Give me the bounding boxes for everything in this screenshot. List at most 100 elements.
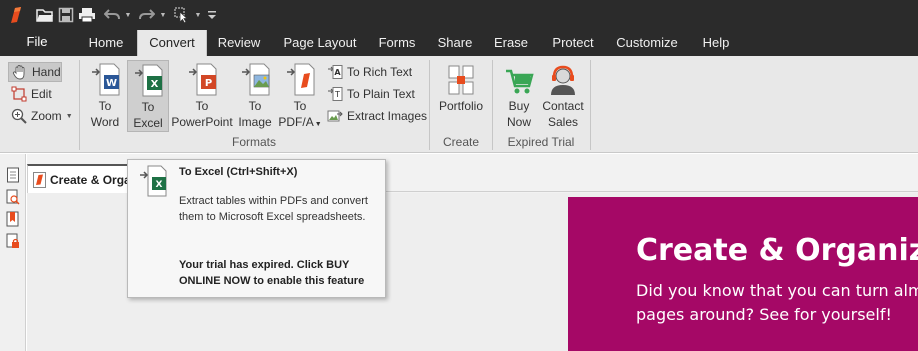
extract-images-button[interactable]: Extract Images <box>326 106 427 126</box>
pages-panel-icon[interactable] <box>4 166 22 184</box>
customize-toolbar-icon[interactable] <box>207 5 217 25</box>
document-tab[interactable]: Create & Organize <box>27 164 141 193</box>
to-powerpoint-line1: To <box>195 99 209 113</box>
tab-protect[interactable]: Protect <box>545 30 601 56</box>
zoom-icon <box>10 107 28 125</box>
edit-tool-button[interactable]: Edit <box>10 84 52 104</box>
to-rich-text-button[interactable]: A To Rich Text <box>326 62 412 82</box>
support-agent-icon <box>540 60 586 96</box>
app-logo-icon[interactable] <box>6 5 26 25</box>
security-panel-icon[interactable] <box>4 232 22 250</box>
pdfa-dropdown-icon: ▼ <box>314 121 322 128</box>
redo-dropdown-icon[interactable]: ▼ <box>158 5 168 25</box>
shopping-cart-icon <box>500 60 538 96</box>
buy-now-line2: Now <box>506 115 531 129</box>
svg-text:X: X <box>156 180 163 190</box>
page-body-text: Did you know that you can turn almost pa… <box>636 279 918 327</box>
pdf-file-icon <box>33 171 46 188</box>
tab-erase[interactable]: Erase <box>490 30 532 56</box>
tab-home[interactable]: Home <box>80 30 132 56</box>
tooltip-description: Extract tables within PDFs and convert t… <box>179 195 368 223</box>
image-doc-icon <box>235 60 275 96</box>
to-powerpoint-line2: PowerPoint <box>171 115 233 129</box>
expired-trial-group-label: Expired Trial <box>507 135 575 149</box>
to-image-button[interactable]: To Image <box>235 60 275 132</box>
tab-forms[interactable]: Forms <box>373 30 421 56</box>
tab-customize[interactable]: Customize <box>613 30 681 56</box>
title-bar: ▼ ▼ ▼ <box>0 0 918 30</box>
to-plain-text-button[interactable]: T To Plain Text <box>326 84 415 104</box>
to-pdfa-button[interactable]: To PDF/A▼ <box>277 60 323 132</box>
save-icon[interactable] <box>56 5 76 25</box>
contact-sales-button[interactable]: Contact Sales <box>540 60 586 132</box>
to-powerpoint-button[interactable]: P To PowerPoint <box>171 60 233 132</box>
pdfa-doc-icon <box>277 60 323 96</box>
zoom-dropdown-icon: ▼ <box>65 112 73 120</box>
to-rich-text-label: To Rich Text <box>347 65 413 79</box>
page-body-line2: pages around? See for yourself! <box>636 305 892 324</box>
file-menu[interactable]: File <box>0 30 74 56</box>
to-excel-line1: To <box>141 100 155 114</box>
to-excel-button[interactable]: X To Excel <box>127 60 169 132</box>
contact-sales-line2: Sales <box>547 115 579 129</box>
to-pdfa-line1: To <box>293 99 307 113</box>
to-pdfa-line2-row: PDF/A▼ <box>277 114 323 133</box>
tab-page-layout[interactable]: Page Layout <box>280 30 360 56</box>
undo-dropdown-icon[interactable]: ▼ <box>123 5 133 25</box>
tab-help[interactable]: Help <box>696 30 736 56</box>
excel-doc-icon: X <box>128 61 168 97</box>
create-group-label: Create <box>442 135 480 149</box>
word-doc-icon: W <box>85 60 125 96</box>
tooltip-trial-warning: Your trial has expired. Click BUY ONLINE… <box>179 259 365 287</box>
to-image-line1: To <box>248 99 262 113</box>
to-word-line2: Word <box>90 115 120 129</box>
select-dropdown-icon[interactable]: ▼ <box>193 5 203 25</box>
zoom-tool-label: Zoom <box>31 109 62 123</box>
page-heading: Create & Organize <box>636 233 918 268</box>
extract-images-label: Extract Images <box>347 109 428 123</box>
tab-share[interactable]: Share <box>433 30 477 56</box>
redo-icon[interactable] <box>137 5 157 25</box>
hand-tool-label: Hand <box>32 65 61 79</box>
contact-sales-line1: Contact <box>542 99 584 113</box>
ribbon-separator <box>590 60 591 150</box>
svg-text:X: X <box>151 79 159 90</box>
menu-bar: File Home Convert Review Page Layout For… <box>0 30 918 57</box>
formats-group-label: Formats <box>231 135 276 149</box>
pdf-page: Create & Organize Did you know that you … <box>568 197 918 351</box>
tab-review[interactable]: Review <box>212 30 266 56</box>
tooltip-title: To Excel (Ctrl+Shift+X) <box>179 166 298 178</box>
select-cursor-icon[interactable] <box>172 5 192 25</box>
to-excel-tooltip: X To Excel (Ctrl+Shift+X) Extract tables… <box>127 159 386 298</box>
hand-tool-button[interactable]: Hand <box>8 62 62 82</box>
svg-text:W: W <box>106 78 117 89</box>
undo-icon[interactable] <box>102 5 122 25</box>
open-folder-icon[interactable] <box>35 5 55 25</box>
svg-text:P: P <box>205 78 212 89</box>
to-image-line2: Image <box>238 115 272 129</box>
buy-now-button[interactable]: Buy Now <box>500 60 538 132</box>
hand-icon <box>11 63 29 81</box>
excel-doc-icon: X <box>139 165 167 197</box>
to-pdfa-line2: PDF/A <box>278 115 314 129</box>
rich-text-icon: A <box>326 63 344 81</box>
quick-access-toolbar: ▼ ▼ ▼ <box>6 0 218 30</box>
svg-text:T: T <box>334 90 340 99</box>
portfolio-icon <box>434 60 488 96</box>
portfolio-label: Portfolio <box>438 99 484 113</box>
print-icon[interactable] <box>77 5 97 25</box>
bookmarks-panel-icon[interactable] <box>4 210 22 228</box>
buy-now-line1: Buy <box>508 99 530 113</box>
search-panel-icon[interactable] <box>4 188 22 206</box>
to-plain-text-label: To Plain Text <box>347 87 415 101</box>
extract-images-icon <box>326 107 344 125</box>
portfolio-button[interactable]: Portfolio <box>434 60 488 132</box>
left-sidebar <box>0 154 26 351</box>
svg-text:A: A <box>334 68 341 77</box>
plain-text-icon: T <box>326 85 344 103</box>
to-word-line1: To <box>98 99 112 113</box>
zoom-tool-button[interactable]: Zoom ▼ <box>10 106 73 126</box>
tab-convert[interactable]: Convert <box>137 30 207 57</box>
edit-tool-label: Edit <box>31 87 52 101</box>
to-word-button[interactable]: W To Word <box>85 60 125 132</box>
